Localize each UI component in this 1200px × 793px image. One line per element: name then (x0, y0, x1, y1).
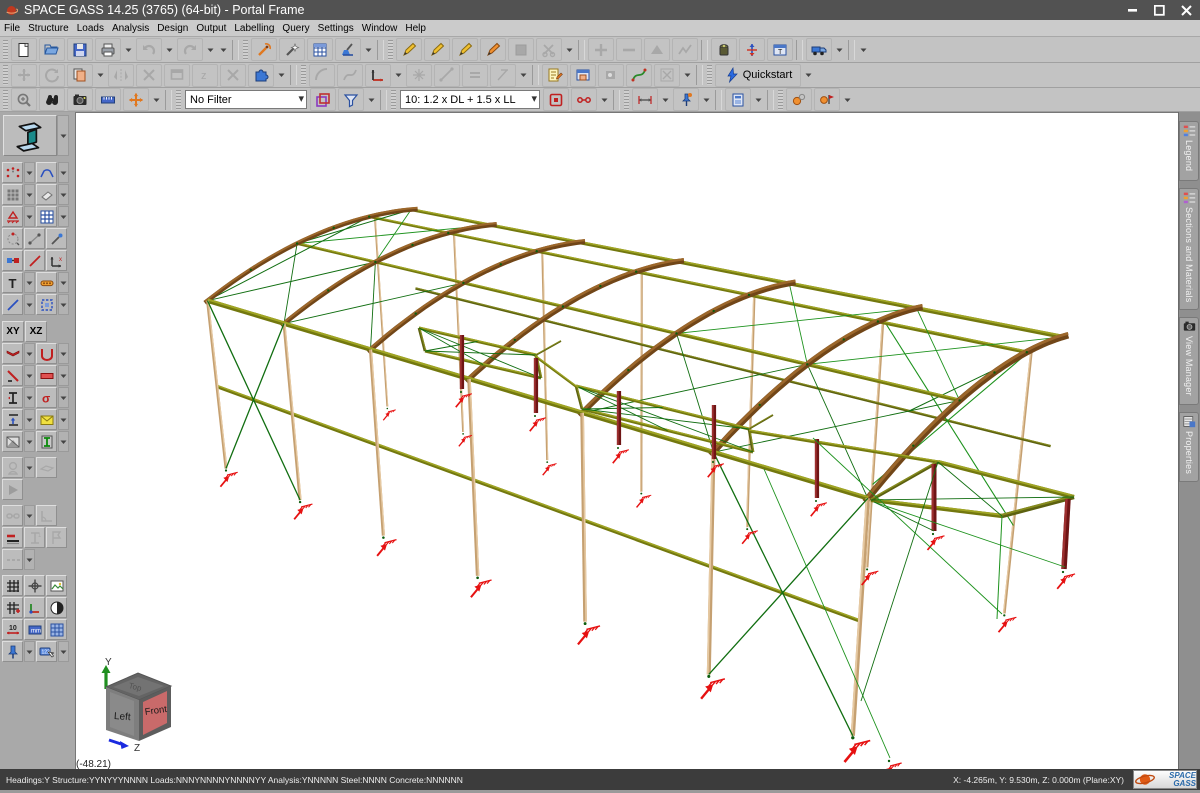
svg-text:x: x (59, 257, 62, 263)
svg-text:Z: Z (134, 743, 140, 754)
svg-text:Left: Left (114, 711, 132, 723)
svg-text:T: T (8, 276, 16, 291)
svg-text:z: z (201, 70, 207, 82)
svg-text:T: T (778, 49, 783, 56)
svg-text:σ: σ (42, 391, 50, 405)
svg-text:1: 1 (38, 533, 42, 539)
svg-text:10: 10 (9, 625, 17, 632)
svg-text:mm: mm (31, 628, 41, 634)
